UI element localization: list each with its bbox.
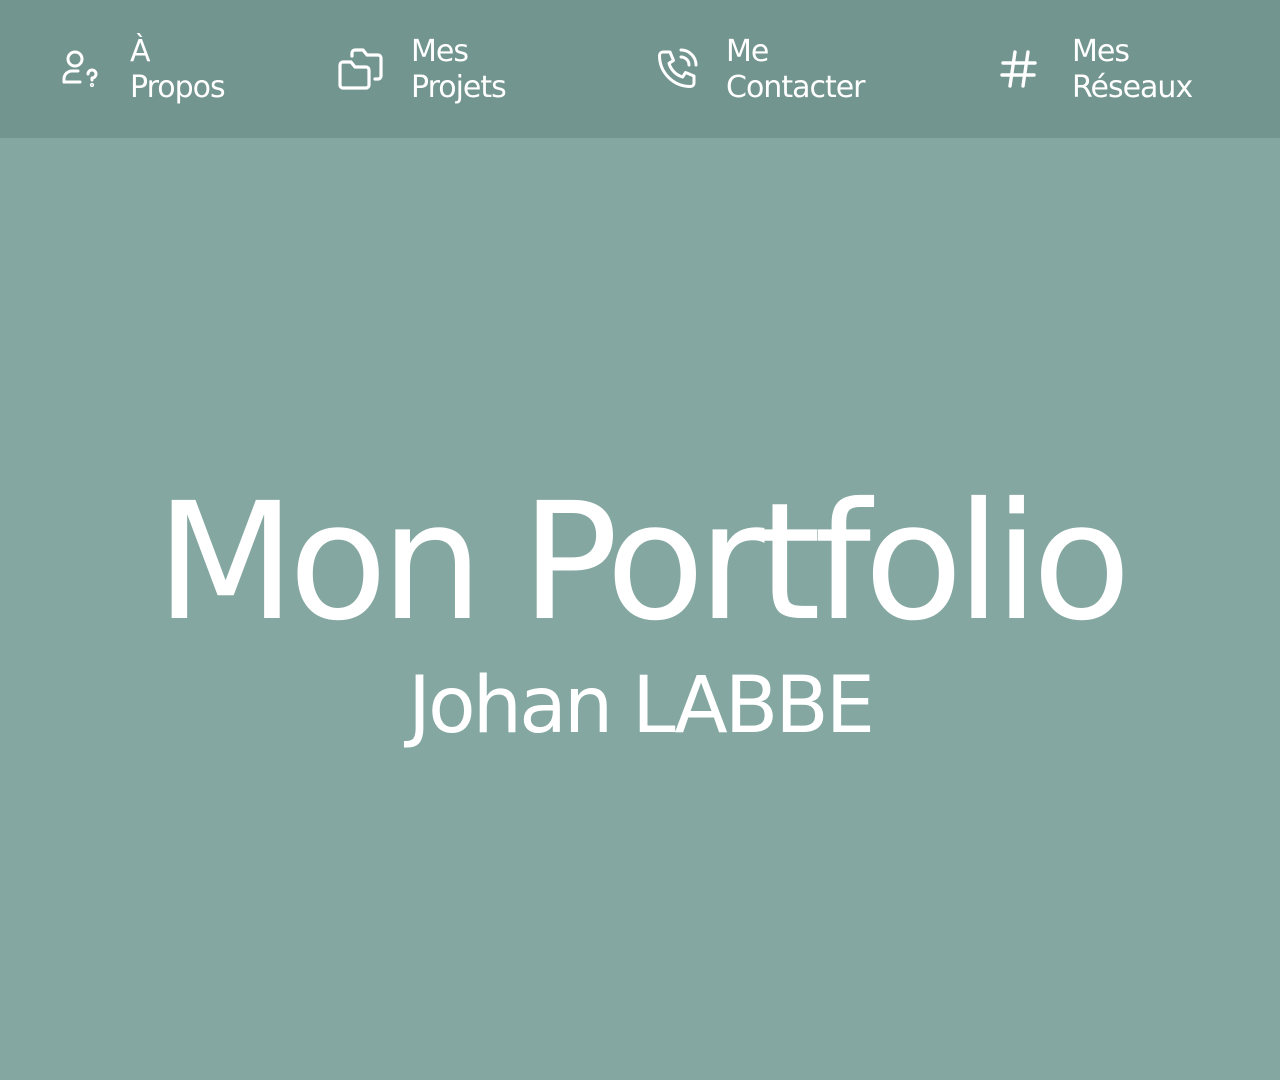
top-navigation: À Propos Mes Projets Me Contacter Mes Ré… — [0, 0, 1280, 138]
hero-section: Mon Portfolio Johan LABBE — [0, 138, 1280, 1080]
hero-subtitle: Johan LABBE — [407, 661, 875, 751]
nav-label-about-line2: Propos — [130, 70, 226, 105]
nav-label-about-line1: À — [130, 34, 151, 69]
nav-label-social-line1: Mes — [1072, 34, 1130, 69]
nav-label-contact-line2: Contacter — [726, 70, 866, 105]
hashtag-icon — [996, 46, 1042, 92]
phone-call-icon — [654, 46, 700, 92]
nav-label-contact-line1: Me — [726, 34, 769, 69]
nav-label-projects-line1: Mes — [411, 34, 469, 69]
user-question-icon — [58, 48, 100, 90]
hero-title: Mon Portfolio — [155, 469, 1132, 657]
nav-item-about[interactable]: À Propos — [58, 0, 226, 138]
nav-label-about: À Propos — [130, 34, 226, 106]
nav-label-projects-line2: Projets — [411, 70, 507, 105]
nav-label-social-line2: Réseaux — [1072, 70, 1193, 105]
nav-label-contact: Me Contacter — [726, 34, 866, 106]
nav-label-projects: Mes Projets — [411, 34, 507, 106]
nav-item-social[interactable]: Mes Réseaux — [996, 0, 1193, 138]
nav-label-social: Mes Réseaux — [1072, 34, 1193, 106]
folders-icon — [335, 43, 387, 95]
nav-item-projects[interactable]: Mes Projets — [335, 0, 507, 138]
nav-item-contact[interactable]: Me Contacter — [654, 0, 866, 138]
